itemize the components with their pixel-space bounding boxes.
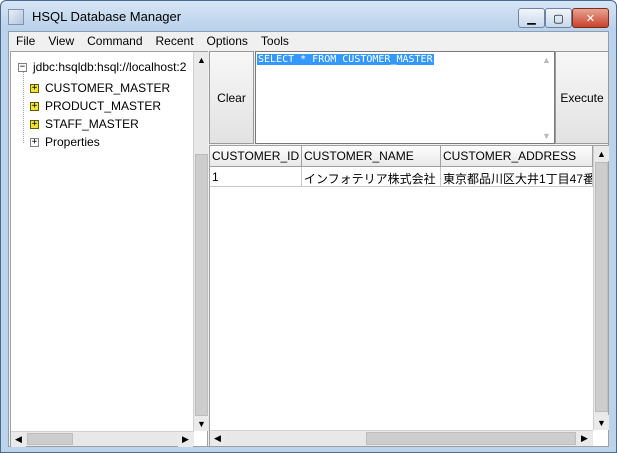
tree-item-label: STAFF_MASTER — [45, 117, 139, 131]
scroll-left-icon[interactable]: ◀ — [11, 432, 26, 447]
query-text[interactable]: SELECT * FROM CUSTOMER_MASTER — [257, 54, 434, 65]
expand-icon[interactable]: + — [30, 83, 39, 93]
tree-connector — [23, 68, 24, 143]
tree-horizontal-scrollbar[interactable]: ◀ ▶ — [11, 431, 194, 447]
window-title: HSQL Database Manager — [32, 9, 182, 24]
tree-item-staff-master[interactable]: + STAFF_MASTER — [30, 115, 139, 133]
menu-options[interactable]: Options — [200, 32, 254, 50]
tree-root[interactable]: − jdbc:hsqldb:hsql://localhost:2 — [18, 58, 186, 76]
menu-file[interactable]: File — [9, 32, 41, 50]
tree-item-label: PRODUCT_MASTER — [45, 99, 162, 113]
clear-button-label: Clear — [217, 90, 246, 105]
table-cell[interactable]: インフォテリア株式会社 — [302, 167, 441, 187]
menu-recent[interactable]: Recent — [149, 32, 200, 50]
scroll-up-icon[interactable]: ▲ — [594, 146, 609, 161]
scroll-right-icon[interactable]: ▶ — [577, 431, 592, 446]
app-window: HSQL Database Manager ▁ ▢ ✕ File View Co… — [0, 0, 617, 453]
query-scrollbar[interactable]: ▲ ▼ — [539, 52, 554, 143]
execute-button[interactable]: Execute — [555, 51, 609, 144]
table-header: CUSTOMER_ID CUSTOMER_NAME CUSTOMER_ADDRE… — [210, 146, 593, 167]
menu-tools[interactable]: Tools — [254, 32, 295, 50]
menu-bar: File View Command Recent Options Tools — [9, 32, 608, 50]
expand-icon[interactable]: + — [30, 101, 39, 111]
execute-button-label: Execute — [560, 90, 604, 105]
column-header[interactable]: CUSTOMER_ADDRESS — [441, 146, 593, 167]
results-table: CUSTOMER_ID CUSTOMER_NAME CUSTOMER_ADDRE… — [209, 145, 609, 447]
tree-item-label: CUSTOMER_MASTER — [45, 81, 171, 95]
table-cell[interactable]: 東京都品川区大井1丁目47番 — [441, 167, 593, 187]
scroll-up-icon[interactable]: ▲ — [194, 52, 209, 67]
close-icon: ✕ — [585, 12, 596, 25]
scroll-down-icon[interactable]: ▼ — [194, 416, 209, 431]
database-tree-pane: − jdbc:hsqldb:hsql://localhost:2 + CUSTO… — [10, 51, 209, 447]
results-vertical-scrollbar[interactable]: ▲ ▼ — [593, 146, 609, 430]
query-input[interactable]: SELECT * FROM CUSTOMER_MASTER ▲ ▼ — [255, 51, 555, 144]
minimize-button[interactable]: ▁ — [518, 8, 545, 28]
table-row[interactable]: 1 インフォテリア株式会社 東京都品川区大井1丁目47番 — [210, 167, 593, 187]
scroll-thumb[interactable] — [27, 433, 73, 445]
menu-command[interactable]: Command — [80, 32, 148, 50]
scroll-thumb[interactable] — [195, 154, 208, 416]
app-icon — [8, 9, 24, 25]
client-area: File View Command Recent Options Tools −… — [8, 31, 609, 447]
title-bar[interactable]: HSQL Database Manager ▁ ▢ ✕ — [1, 1, 616, 31]
tree-item-product-master[interactable]: + PRODUCT_MASTER — [30, 97, 161, 115]
maximize-button[interactable]: ▢ — [545, 8, 572, 28]
table-cell[interactable]: 1 — [210, 167, 302, 187]
minimize-icon: ▁ — [527, 12, 536, 25]
tree-item-customer-master[interactable]: + CUSTOMER_MASTER — [30, 79, 170, 97]
scroll-down-icon[interactable]: ▼ — [539, 128, 554, 143]
scroll-right-icon[interactable]: ▶ — [178, 432, 193, 447]
maximize-icon: ▢ — [553, 12, 564, 25]
tree-root-label: jdbc:hsqldb:hsql://localhost:2 — [33, 60, 187, 74]
close-button[interactable]: ✕ — [572, 8, 609, 28]
tree-item-properties[interactable]: + Properties — [30, 133, 100, 151]
tree-vertical-scrollbar[interactable]: ▲ ▼ — [193, 52, 209, 431]
column-header[interactable]: CUSTOMER_ID — [210, 146, 302, 167]
scroll-thumb[interactable] — [366, 432, 576, 445]
expand-icon[interactable]: + — [30, 137, 39, 147]
results-horizontal-scrollbar[interactable]: ◀ ▶ — [210, 430, 593, 446]
database-tree: − jdbc:hsqldb:hsql://localhost:2 + CUSTO… — [11, 52, 194, 428]
scroll-up-icon[interactable]: ▲ — [539, 52, 554, 67]
column-header[interactable]: CUSTOMER_NAME — [302, 146, 441, 167]
scroll-thumb[interactable] — [595, 162, 608, 412]
tree-item-label: Properties — [45, 135, 100, 149]
menu-view[interactable]: View — [41, 32, 80, 50]
scroll-left-icon[interactable]: ◀ — [210, 431, 225, 446]
clear-button[interactable]: Clear — [209, 51, 254, 144]
collapse-icon[interactable]: − — [18, 62, 27, 72]
scroll-down-icon[interactable]: ▼ — [594, 415, 609, 430]
expand-icon[interactable]: + — [30, 119, 39, 129]
